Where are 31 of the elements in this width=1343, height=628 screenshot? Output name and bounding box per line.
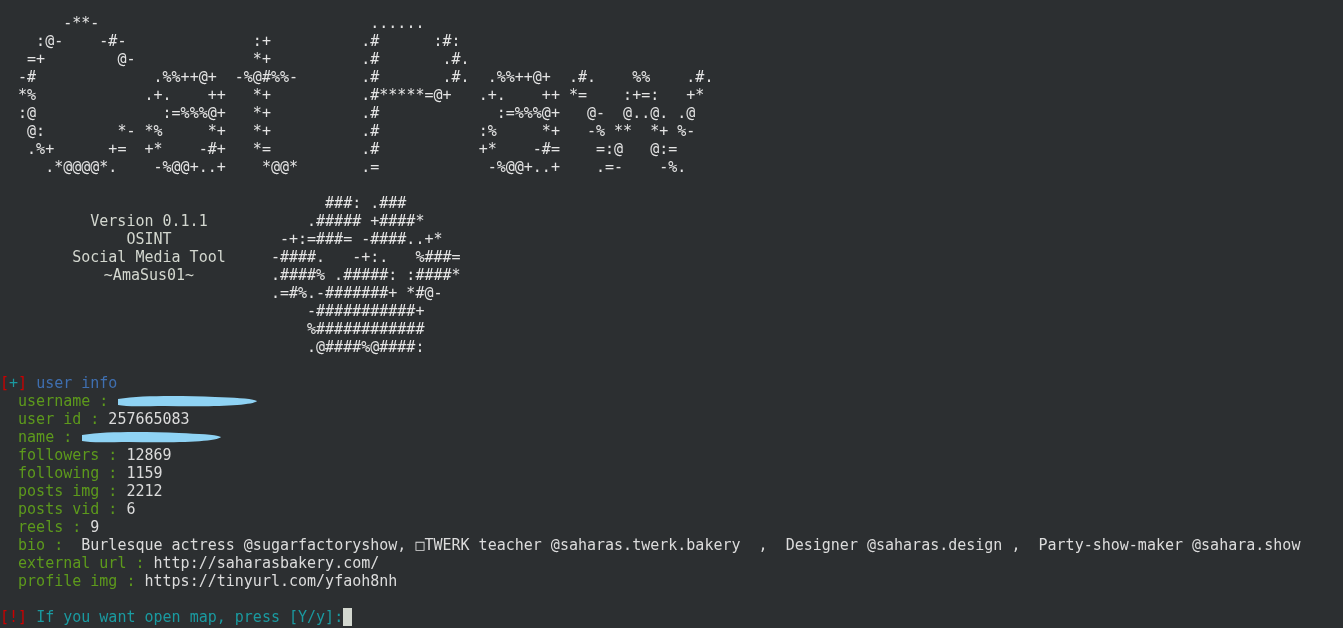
field-label: bio : xyxy=(18,536,64,554)
field-label: external url : xyxy=(18,554,145,572)
field-label: followers : xyxy=(18,446,118,464)
prompt-text: If you want open map, press [Y/y]: xyxy=(36,608,344,626)
status-marker: [!] xyxy=(0,608,28,626)
banner-text: Social Media Tool xyxy=(72,248,226,266)
field-value: Burlesque actress @sugarfactoryshow, □TWERK teacher @saharas.twerk.bakery , Designer @saharas.design , Party-show-maker @sahara.show xyxy=(80,536,1301,554)
section-title: user info xyxy=(36,374,118,392)
field-label: username : xyxy=(18,392,109,410)
field-label: user id : xyxy=(18,410,100,428)
field-value: 9 xyxy=(90,518,100,536)
field-label: name : xyxy=(18,428,73,446)
field-label: following : xyxy=(18,464,118,482)
text-cursor xyxy=(343,608,353,626)
field-label: posts vid : xyxy=(18,500,118,518)
banner-text: OSINT xyxy=(126,230,172,248)
field-label: profile img : xyxy=(18,572,136,590)
field-label: reels : xyxy=(18,518,82,536)
field-value: http://saharasbakery.com/ xyxy=(153,554,380,572)
banner-text: ~AmaSus01~ xyxy=(103,266,195,284)
ascii-art: ###: .### .##### +####* -+:=###= -####..+* -####. -+:. %###= .####% .#####: :####* .=#%.-#######+ *#@- -###########+ %############ .@####%@####: xyxy=(270,194,461,356)
status-marker: [+] xyxy=(0,374,28,392)
field-value: 257665083 xyxy=(108,410,190,428)
field-label: posts img : xyxy=(18,482,118,500)
field-value: https://tinyurl.com/yfaoh8nh xyxy=(144,572,398,590)
field-value: 1159 xyxy=(126,464,163,482)
ascii-logo: -**- ...... :@- -#- :+ .# :#: =+ @- *+ .# .#. -# .%%++@+ -%@#%%- .# .#. .%%++@+ .#. %% .#. *% .+. ++ *+ .#*****=@+ .+. ++ *= :+=: +* :@ :=%%%@+ *+ .# :=%%%@+ @- @..@. .@ @: *- *% *+ *+ .# :% *+ -% ** *+ %- .%+ += +* -#+ *= .# +* -#= =:@ @:= .*@@@@*. -%@@+..+ *@@* .= -%@@+..+ .=- -%. xyxy=(17,14,715,176)
banner-text: Version 0.1.1 xyxy=(90,212,208,230)
field-value: 2212 xyxy=(126,482,163,500)
field-value: 12869 xyxy=(126,446,172,464)
field-value: 6 xyxy=(126,500,136,518)
